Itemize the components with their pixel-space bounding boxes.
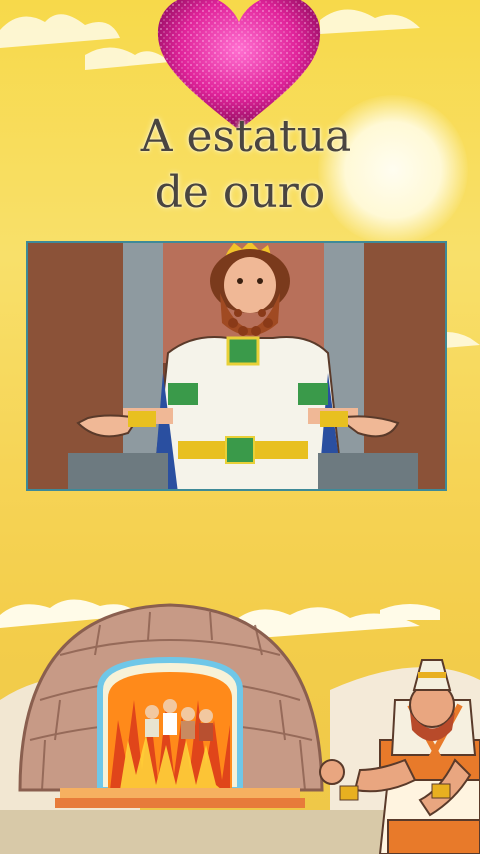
title-line-2: de ouro bbox=[154, 167, 326, 218]
title-line-1: A estatua bbox=[140, 111, 352, 162]
king-on-throne-illustration bbox=[28, 243, 445, 489]
king-on-throne-image bbox=[26, 241, 447, 491]
background-scene: A estatua de ouro bbox=[0, 0, 480, 854]
